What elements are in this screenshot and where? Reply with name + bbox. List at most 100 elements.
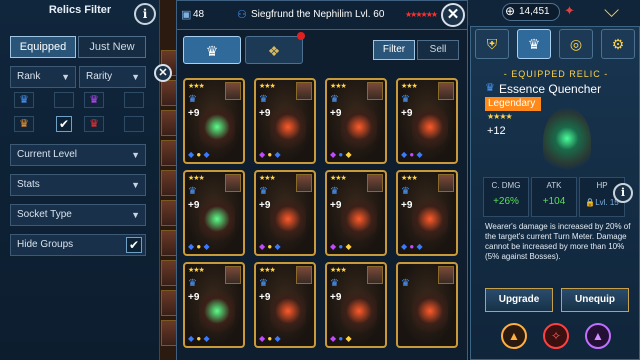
stats-dropdown[interactable]: Stats ▼ (10, 174, 146, 196)
close-icon[interactable]: ✕ (441, 3, 465, 27)
tab-armor-icon[interactable]: ⛨ (475, 29, 509, 59)
relic-card[interactable]: ★★★ ♛ +9 ◆ ● ◆ (183, 170, 245, 256)
card-level: +9 (401, 200, 413, 211)
relic-stars: ★★★★ (487, 112, 513, 121)
upgrade-button[interactable]: Upgrade (485, 288, 553, 312)
relic-card[interactable]: ★★★ ♛ +9 ◆ ● ◆ (183, 78, 245, 164)
awaken-icon[interactable]: ▲ (585, 323, 611, 349)
relic-card[interactable]: ★★★ ♛ +9 ◆ ● ◆ (254, 78, 316, 164)
relic-info-icon[interactable]: i (613, 183, 633, 203)
card-stars: ★★★ (401, 83, 418, 90)
relic-name: Essence Quencher (499, 82, 602, 96)
tab-relics-equipped-icon[interactable]: ♛ (183, 36, 241, 64)
card-level: +9 (330, 108, 342, 119)
rank-filter-checkbox[interactable] (54, 92, 74, 108)
card-level: +9 (188, 200, 200, 211)
card-level: +9 (188, 292, 200, 303)
socket-gems: ◆ ● ◆ (330, 150, 352, 159)
stat-atk-value: +104 (542, 196, 566, 207)
relic-card[interactable]: ★★★ ♛ +9 ◆ ● ◆ (325, 262, 387, 348)
card-level: +9 (259, 292, 271, 303)
champion-stars-icon: ★★★★★★ (405, 10, 438, 19)
tab-masteries-icon[interactable]: ⚙ (601, 29, 635, 59)
equipped-hero-portrait (438, 82, 454, 100)
card-level: +9 (259, 200, 271, 211)
relic-image (199, 192, 235, 246)
equipped-hero-portrait (296, 266, 312, 284)
socket-type-dropdown[interactable]: Socket Type ▼ (10, 204, 146, 226)
rarity-filter-checkbox[interactable] (124, 92, 144, 108)
relic-card[interactable]: ★★★ ♛ +9 ◆ ● ◆ (254, 262, 316, 348)
unequip-button[interactable]: Unequip (561, 288, 629, 312)
back-chevron-icon[interactable]: ⌵ (604, 0, 619, 23)
rank-filter-checkbox-checked[interactable]: ✔ (56, 116, 72, 132)
relic-type-icon: ♛ (188, 278, 197, 289)
relic-card[interactable]: ★★★ ♛ +9 ◆ ● ◆ (325, 170, 387, 256)
relic-card[interactable]: ★★★ ♛ +9 ◆ ● ◆ (183, 262, 245, 348)
add-currency-icon[interactable]: ⊕ (505, 4, 515, 18)
current-level-dropdown[interactable]: Current Level ▼ (10, 144, 146, 166)
socket-gems: ◆ ● ◆ (401, 150, 423, 159)
rank-dropdown[interactable]: Rank ▼ (10, 66, 76, 88)
relic-description: Wearer's damage is increased by 20% of t… (485, 222, 631, 261)
info-icon[interactable]: i (134, 3, 156, 25)
rarity-filter-checkbox[interactable] (124, 116, 144, 132)
card-level: +9 (188, 108, 200, 119)
socket-gems: ◆ ● ◆ (330, 242, 352, 251)
relic-type-icon: ♛ (188, 186, 197, 197)
rarity-dropdown[interactable]: Rarity ▼ (79, 66, 146, 88)
current-level-label: Current Level (17, 149, 78, 160)
card-level: +9 (401, 108, 413, 119)
relic-card[interactable]: ★★★ ♛ +9 ◆ ● ◆ (396, 170, 458, 256)
relic-image (412, 192, 448, 246)
filter-button[interactable]: Filter (373, 40, 415, 60)
currency-pill[interactable]: ⊕ 14,451 (502, 3, 560, 21)
relic-image (270, 100, 306, 154)
socket-gems: ◆ ● ◆ (259, 334, 281, 343)
close-filter-icon[interactable]: ✕ (154, 64, 172, 82)
equipped-hero-portrait (225, 174, 241, 192)
tab-relic-shards-icon[interactable]: ❖ (245, 36, 303, 64)
relic-count: 48 (193, 9, 205, 20)
stat-c-dmg-label: C. DMG (491, 181, 521, 190)
hide-groups-label: Hide Groups (17, 239, 74, 250)
relic-card[interactable]: ★★★ ♛ +9 ◆ ● ◆ (325, 78, 387, 164)
tab-just-new[interactable]: Just New (78, 36, 146, 58)
card-stars: ★★★ (401, 175, 418, 182)
relic-image (412, 284, 448, 338)
chevron-down-icon: ▼ (131, 180, 140, 190)
notification-badge (297, 32, 305, 40)
relic-inventory-header: ▣ 48 ⚇ Siegfrund the Nephilim Lvl. 60 ★★… (176, 0, 468, 30)
hide-groups-checkbox[interactable]: ✔ (126, 237, 142, 253)
rarity-filter-red-icon[interactable]: ♛ (84, 116, 104, 132)
blessing-icon[interactable]: ✧ (543, 323, 569, 349)
chevron-down-icon: ▼ (131, 72, 140, 82)
rank-filter-orange-icon[interactable]: ♛ (14, 116, 34, 132)
rank-filter-blue-icon[interactable]: ♛ (14, 92, 34, 108)
equipped-hero-portrait (438, 174, 454, 192)
equipped-hero-portrait (296, 174, 312, 192)
relic-type-icon: ♛ (401, 278, 410, 289)
sell-button[interactable]: Sell (417, 40, 459, 60)
relic-card[interactable]: ★★★ ♛ +9 ◆ ● ◆ (254, 170, 316, 256)
card-stars: ★★★ (330, 267, 347, 274)
tab-relics-icon[interactable]: ♛ (517, 29, 551, 59)
socket-gems: ◆ ● ◆ (330, 334, 352, 343)
equipped-hero-portrait (367, 82, 383, 100)
card-level: +9 (330, 200, 342, 211)
chevron-down-icon: ▼ (61, 72, 70, 82)
relic-image (341, 284, 377, 338)
relic-image (341, 192, 377, 246)
faction-skill-icon[interactable]: ▲ (501, 323, 527, 349)
card-stars: ★★★ (259, 83, 276, 90)
relic-card[interactable]: ♛ (396, 262, 458, 348)
relic-type-icon: ♛ (330, 186, 339, 197)
rarity-filter-epic-icon[interactable]: ♛ (84, 92, 104, 108)
tab-accessories-icon[interactable]: ◎ (559, 29, 593, 59)
tab-equipped[interactable]: Equipped (10, 36, 76, 58)
essence-quencher-relic-image (543, 107, 591, 177)
rarity-label: Rarity (86, 71, 113, 82)
shard-icon: ✦ (564, 3, 575, 18)
relic-card[interactable]: ★★★ ♛ +9 ◆ ● ◆ (396, 78, 458, 164)
card-stars: ★★★ (188, 267, 205, 274)
